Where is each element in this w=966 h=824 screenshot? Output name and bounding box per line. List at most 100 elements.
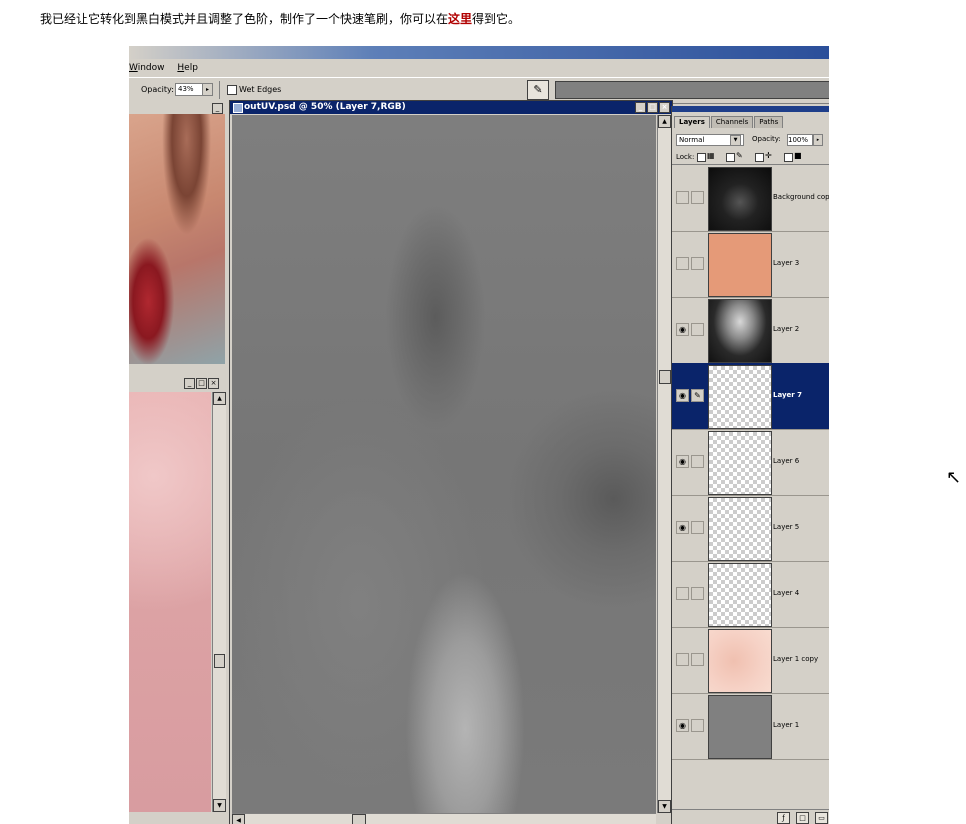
eye-icon[interactable] bbox=[676, 653, 689, 666]
eye-icon[interactable] bbox=[676, 257, 689, 270]
layer-name: Layer 7 bbox=[773, 391, 803, 399]
brush-icon[interactable]: ✎ bbox=[691, 389, 704, 402]
wet-edges-label: Wet Edges bbox=[239, 85, 282, 94]
scroll-left-icon[interactable]: ◀ bbox=[232, 814, 245, 824]
lock-icon: ■ bbox=[794, 151, 802, 160]
layer-opacity-field[interactable]: 100% bbox=[787, 134, 813, 146]
layer-row[interactable]: Background copy bbox=[672, 165, 829, 232]
lock-transparency-checkbox[interactable] bbox=[697, 153, 706, 162]
lock-position-checkbox[interactable] bbox=[755, 153, 764, 162]
scroll-down-icon[interactable]: ▼ bbox=[213, 799, 226, 812]
doc-window-main: outUV.psd @ 50% (Layer 7,RGB) _ □ × ▲ ▼ ◀ bbox=[229, 100, 673, 824]
doc-window-skin: _ □ × ▲ ▼ bbox=[129, 376, 229, 824]
skin-texture-image bbox=[129, 392, 211, 812]
layer-row[interactable]: ◉ Layer 2 bbox=[672, 297, 829, 364]
link-icon[interactable] bbox=[691, 191, 704, 204]
link-icon[interactable] bbox=[691, 455, 704, 468]
layer-row[interactable]: Layer 4 bbox=[672, 561, 829, 628]
layer-row[interactable]: ◉ Layer 6 bbox=[672, 429, 829, 496]
layer-opacity-label: Opacity: bbox=[752, 135, 781, 143]
opacity-field[interactable]: 43% bbox=[175, 83, 203, 96]
eye-icon[interactable] bbox=[676, 191, 689, 204]
brush-icon: ✎ bbox=[736, 151, 743, 160]
new-set-icon[interactable]: ▭ bbox=[815, 812, 828, 824]
layer-row[interactable]: ◉ ✎ Layer 7 bbox=[672, 363, 829, 430]
doc-titlebar: _ bbox=[129, 102, 229, 114]
minimize-icon[interactable]: _ bbox=[184, 378, 195, 389]
layer-name: Layer 6 bbox=[773, 457, 800, 465]
scroll-up-icon[interactable]: ▲ bbox=[213, 392, 226, 405]
eye-icon[interactable]: ◉ bbox=[676, 389, 689, 402]
layer-thumbnail bbox=[708, 563, 772, 627]
menu-window[interactable]: Window bbox=[129, 63, 165, 73]
article-caption: 我已经让它转化到黑白模式并且调整了色阶，制作了一个快速笔刷，你可以在这里得到它。 bbox=[40, 10, 520, 27]
scroll-up-icon[interactable]: ▲ bbox=[658, 115, 671, 128]
doc-window-portrait: _ bbox=[129, 102, 229, 364]
new-layer-icon[interactable]: □ bbox=[796, 812, 809, 824]
scroll-thumb[interactable] bbox=[352, 814, 366, 824]
layer-thumbnail bbox=[708, 497, 772, 561]
opacity-label: Opacity: bbox=[141, 85, 174, 94]
link-icon[interactable] bbox=[691, 719, 704, 732]
layer-row[interactable]: ◉ Layer 5 bbox=[672, 495, 829, 562]
palette-footer: ƒ □ ▭ bbox=[672, 809, 829, 824]
checker-icon: ▦ bbox=[707, 151, 715, 160]
move-icon: ✛ bbox=[765, 151, 772, 160]
canvas-face-texture[interactable] bbox=[232, 115, 656, 813]
caption-text-before: 我已经让它转化到黑白模式并且调整了色阶，制作了一个快速笔刷，你可以在 bbox=[40, 12, 449, 26]
chevron-down-icon[interactable]: ▼ bbox=[730, 135, 741, 146]
layer-thumbnail bbox=[708, 299, 772, 363]
wet-edges-checkbox[interactable] bbox=[227, 85, 237, 95]
eye-icon[interactable]: ◉ bbox=[676, 455, 689, 468]
lock-image-checkbox[interactable] bbox=[726, 153, 735, 162]
layer-row[interactable]: Layer 1 copy bbox=[672, 627, 829, 694]
layer-style-icon[interactable]: ƒ bbox=[777, 812, 790, 824]
document-icon bbox=[233, 103, 243, 113]
tab-channels[interactable]: Channels bbox=[710, 116, 754, 128]
link-icon[interactable] bbox=[691, 323, 704, 336]
separator bbox=[219, 81, 220, 99]
maximize-icon[interactable]: □ bbox=[647, 102, 658, 113]
mouse-cursor-icon: ↖ bbox=[946, 467, 962, 488]
horizontal-scrollbar[interactable]: ◀ bbox=[232, 813, 656, 824]
maximize-icon[interactable]: □ bbox=[196, 378, 207, 389]
layer-name: Layer 4 bbox=[773, 589, 800, 597]
palette-tabs: Layers Channels Paths bbox=[674, 116, 784, 128]
palette-titlebar bbox=[672, 106, 829, 112]
link-icon[interactable] bbox=[691, 587, 704, 600]
link-icon[interactable] bbox=[691, 257, 704, 270]
minimize-icon[interactable]: _ bbox=[212, 103, 223, 114]
caption-link[interactable]: 这里 bbox=[448, 12, 472, 26]
eye-icon[interactable] bbox=[676, 587, 689, 600]
scroll-thumb[interactable] bbox=[659, 370, 671, 384]
tab-paths[interactable]: Paths bbox=[754, 116, 784, 128]
layer-thumbnail bbox=[708, 695, 772, 759]
scroll-down-icon[interactable]: ▼ bbox=[658, 800, 671, 813]
photoshop-window: Window Help Opacity: 43% ▸ Wet Edges ✎ _… bbox=[129, 46, 829, 824]
app-titlebar bbox=[129, 46, 829, 59]
layers-palette: Layers Channels Paths Normal ▼ Opacity: 10… bbox=[671, 106, 829, 824]
airbrush-icon[interactable]: ✎ bbox=[527, 80, 549, 100]
link-icon[interactable] bbox=[691, 653, 704, 666]
eye-icon[interactable]: ◉ bbox=[676, 719, 689, 732]
opacity-arrow-icon[interactable]: ▸ bbox=[202, 83, 213, 96]
vertical-scrollbar[interactable]: ▲ ▼ bbox=[212, 392, 226, 812]
tab-layers[interactable]: Layers bbox=[674, 116, 710, 128]
vertical-scrollbar[interactable]: ▲ ▼ bbox=[657, 115, 671, 813]
eye-icon[interactable]: ◉ bbox=[676, 521, 689, 534]
layer-thumbnail bbox=[708, 233, 772, 297]
scroll-thumb[interactable] bbox=[214, 654, 225, 668]
menu-help[interactable]: Help bbox=[177, 63, 198, 73]
link-icon[interactable] bbox=[691, 521, 704, 534]
layer-row[interactable]: ◉ Layer 1 bbox=[672, 693, 829, 760]
layer-row[interactable]: Layer 3 bbox=[672, 231, 829, 298]
eye-icon[interactable]: ◉ bbox=[676, 323, 689, 336]
close-icon[interactable]: × bbox=[659, 102, 670, 113]
opacity-arrow-icon[interactable]: ▸ bbox=[813, 134, 823, 146]
minimize-icon[interactable]: _ bbox=[635, 102, 646, 113]
layer-thumbnail bbox=[708, 365, 772, 429]
lock-all-checkbox[interactable] bbox=[784, 153, 793, 162]
doc-titlebar: _ □ × bbox=[129, 376, 229, 390]
layer-name: Layer 3 bbox=[773, 259, 800, 267]
close-icon[interactable]: × bbox=[208, 378, 219, 389]
